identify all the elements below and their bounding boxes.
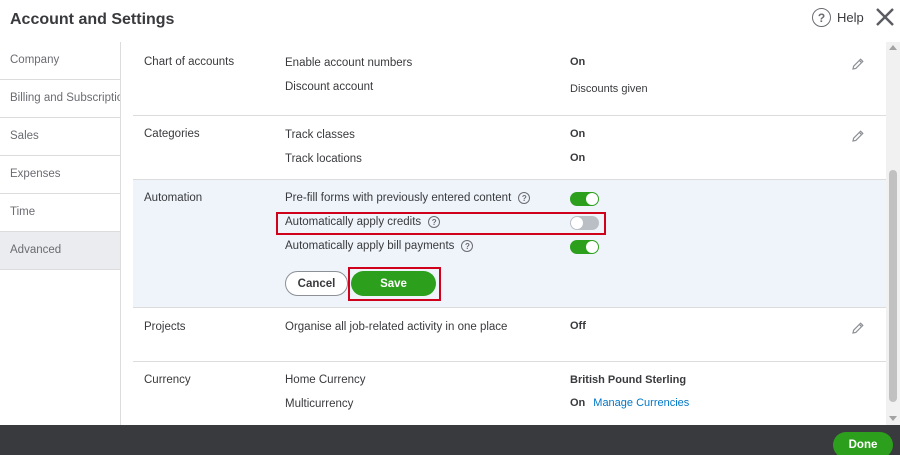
question-circle-icon[interactable]: ? [461, 240, 474, 252]
page-title: Account and Settings [10, 11, 175, 28]
section-title: Chart of accounts [144, 56, 235, 68]
pencil-icon[interactable] [851, 321, 865, 335]
setting-label: Organise all job-related activity in one… [285, 321, 508, 333]
pencil-icon[interactable] [851, 57, 865, 71]
prefill-forms-toggle[interactable] [570, 192, 599, 206]
setting-value: On [570, 56, 586, 68]
section-categories[interactable]: Categories Track classes On Track locati… [133, 116, 886, 180]
setting-value: On [570, 128, 586, 140]
section-currency[interactable]: Currency Home Currency British Pound Ste… [133, 362, 886, 425]
setting-label: Track locations [285, 153, 362, 165]
save-button[interactable]: Save [351, 271, 436, 296]
pencil-icon[interactable] [851, 129, 865, 143]
help-button[interactable]: ? Help [812, 8, 864, 27]
apply-bill-payments-toggle[interactable] [570, 240, 599, 254]
sidebar-item-sales[interactable]: Sales [0, 118, 120, 156]
scrollbar-thumb[interactable] [889, 170, 897, 402]
question-circle-icon[interactable]: ? [518, 192, 531, 204]
toggle-knob [586, 241, 598, 253]
setting-row: Automatically apply bill payments ? [285, 240, 474, 252]
setting-label: Home Currency [285, 374, 366, 386]
setting-row: Pre-fill forms with previously entered c… [285, 192, 531, 204]
setting-value-row: On Manage Currencies [570, 397, 689, 409]
manage-currencies-link[interactable]: Manage Currencies [593, 397, 689, 409]
scrollbar[interactable] [886, 42, 900, 425]
setting-label: Track classes [285, 129, 355, 141]
scroll-down-icon[interactable] [889, 416, 897, 421]
cancel-button[interactable]: Cancel [285, 271, 348, 296]
close-icon[interactable] [874, 6, 896, 28]
sidebar-item-billing[interactable]: Billing and Subscription [0, 80, 120, 118]
setting-value: Off [570, 320, 586, 332]
setting-value: Discounts given [570, 83, 648, 95]
sidebar-item-expenses[interactable]: Expenses [0, 156, 120, 194]
section-title: Automation [144, 192, 203, 204]
setting-label: Enable account numbers [285, 57, 413, 69]
setting-label: Pre-fill forms with previously entered c… [285, 192, 512, 204]
section-title: Currency [144, 374, 191, 386]
sidebar-item-advanced[interactable]: Advanced [0, 232, 120, 270]
setting-label: Automatically apply bill payments [285, 240, 455, 252]
section-title: Projects [144, 321, 186, 333]
setting-label: Automatically apply credits [285, 216, 422, 228]
scroll-up-icon[interactable] [889, 45, 897, 50]
setting-value: On [570, 397, 586, 409]
setting-value: On [570, 152, 586, 164]
setting-row: Automatically apply credits ? [285, 216, 441, 228]
section-title: Categories [144, 128, 200, 140]
apply-credits-toggle[interactable] [570, 216, 599, 230]
setting-label: Discount account [285, 81, 374, 93]
section-chart-of-accounts[interactable]: Chart of accounts Enable account numbers… [133, 42, 886, 116]
help-icon: ? [812, 8, 831, 27]
sidebar: Company Billing and Subscription Sales E… [0, 42, 121, 425]
toggle-knob [586, 193, 598, 205]
header: Account and Settings ? Help [0, 0, 900, 42]
help-label: Help [837, 10, 864, 25]
section-automation: Automation Pre-fill forms with previousl… [133, 180, 886, 308]
done-button[interactable]: Done [833, 432, 893, 455]
setting-label: Multicurrency [285, 398, 354, 410]
setting-value: British Pound Sterling [570, 374, 687, 386]
sidebar-item-time[interactable]: Time [0, 194, 120, 232]
settings-content: Chart of accounts Enable account numbers… [133, 42, 886, 425]
toggle-knob [571, 217, 583, 229]
footer-bar: Done [0, 425, 900, 455]
sidebar-item-company[interactable]: Company [0, 42, 120, 80]
section-projects[interactable]: Projects Organise all job-related activi… [133, 308, 886, 362]
question-circle-icon[interactable]: ? [428, 216, 441, 228]
